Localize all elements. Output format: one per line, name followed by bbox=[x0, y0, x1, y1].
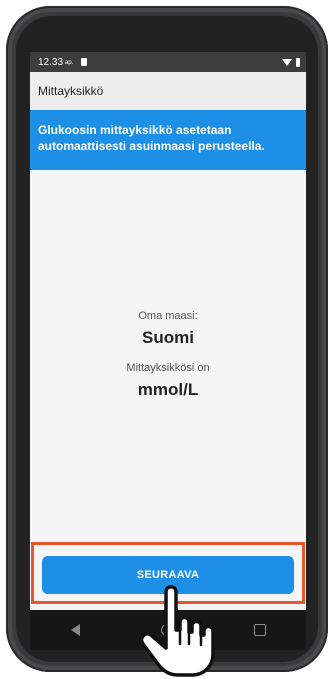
pointing-hand-icon bbox=[139, 585, 215, 677]
back-icon[interactable] bbox=[70, 624, 80, 636]
info-banner: Glukoosin mittayksikkö asetetaan automaa… bbox=[30, 110, 306, 170]
status-icons bbox=[282, 57, 300, 67]
title-bar: Mittayksikkö bbox=[30, 72, 306, 110]
wifi-icon bbox=[282, 58, 292, 66]
country-label: Oma maasi: bbox=[138, 310, 198, 322]
page-title: Mittayksikkö bbox=[38, 84, 104, 98]
recent-apps-icon[interactable] bbox=[253, 624, 266, 636]
unit-label: Mittayksikkösi on bbox=[126, 362, 210, 374]
status-time: 12.33 bbox=[38, 56, 64, 68]
battery-icon bbox=[296, 57, 300, 67]
unit-value: mmol/L bbox=[137, 380, 199, 399]
country-value: Suomi bbox=[142, 328, 194, 347]
sim-icon bbox=[81, 58, 88, 66]
unit-info: Oma maasi: Suomi Mittayksikkösi on mmol/… bbox=[30, 310, 306, 400]
status-ampm: ap. bbox=[65, 60, 74, 66]
status-bar: 12.33 ap. bbox=[30, 52, 306, 72]
